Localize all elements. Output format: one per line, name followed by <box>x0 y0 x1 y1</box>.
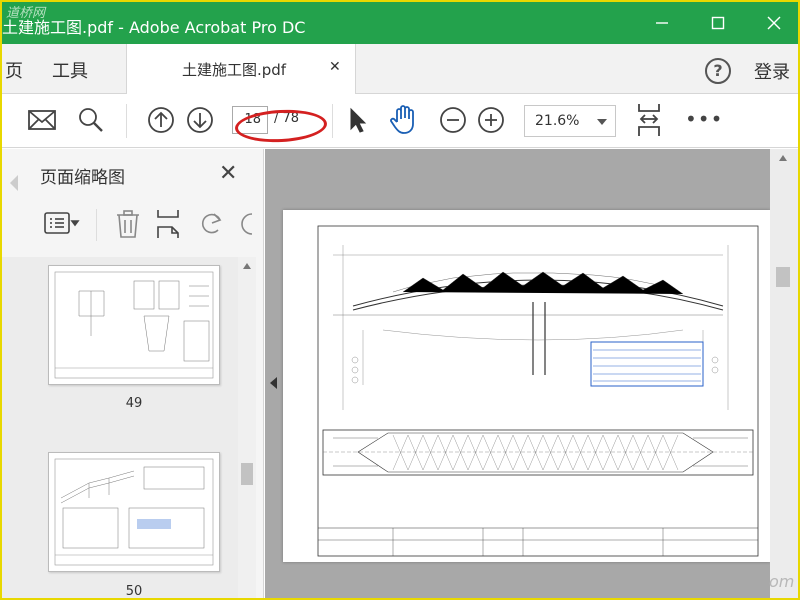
corner-watermark: om <box>769 572 795 591</box>
maximize-icon <box>711 16 725 30</box>
bridge-drawing <box>317 225 759 557</box>
search-icon <box>79 108 103 132</box>
hand-tool-button[interactable] <box>388 105 418 135</box>
toolbar: 18 / 78 21.6% ••• <box>2 94 798 148</box>
rotate-more-button[interactable] <box>240 209 254 239</box>
email-button[interactable] <box>27 105 57 135</box>
thumbnail-page[interactable] <box>48 452 220 572</box>
panel-divider <box>96 209 97 241</box>
document-scrollbar[interactable] <box>770 149 798 598</box>
zoom-in-icon <box>478 107 504 133</box>
page-extract-icon <box>157 210 179 238</box>
fit-width-icon <box>638 104 660 136</box>
hand-icon <box>390 105 414 134</box>
toolbar-divider <box>332 104 333 138</box>
thumbnail-drawing <box>54 271 214 379</box>
previous-page-button[interactable] <box>146 105 176 135</box>
chevron-down-icon <box>597 119 607 125</box>
document-tab-label: 土建施工图.pdf <box>182 61 287 79</box>
title-bar: 道桥网 土建施工图.pdf - Adobe Acrobat Pro DC <box>2 2 798 44</box>
document-tab[interactable]: 土建施工图.pdf ✕ <box>126 44 356 94</box>
delete-page-button[interactable] <box>114 209 142 239</box>
tab-home[interactable]: 页 <box>5 57 23 83</box>
scrollbar-thumb[interactable] <box>776 267 790 287</box>
tab-bar: 页 工具 土建施工图.pdf ✕ ? 登录 <box>2 44 798 94</box>
zoom-value: 21.6% <box>535 113 580 129</box>
zoom-out-button[interactable] <box>438 105 468 135</box>
collapse-panel-icon[interactable] <box>270 377 277 389</box>
maximize-button[interactable] <box>694 2 742 44</box>
close-window-button[interactable] <box>750 2 798 44</box>
arrow-down-circle-icon <box>187 107 213 133</box>
zoom-out-icon <box>440 107 466 133</box>
next-page-button[interactable] <box>185 105 215 135</box>
zoom-select[interactable]: 21.6% <box>524 105 616 137</box>
app-window: 道桥网 土建施工图.pdf - Adobe Acrobat Pro DC 页 工… <box>2 2 798 598</box>
list-options-icon <box>44 212 80 234</box>
close-panel-icon[interactable]: ✕ <box>219 161 237 186</box>
close-icon <box>767 16 781 30</box>
select-tool-button[interactable] <box>342 105 372 135</box>
tab-tools[interactable]: 工具 <box>52 57 88 83</box>
arrow-up-circle-icon <box>148 107 174 133</box>
thumbnail-label: 49 <box>125 396 143 411</box>
close-tab-icon[interactable]: ✕ <box>329 59 341 75</box>
minimize-icon <box>656 22 668 24</box>
minimize-button[interactable] <box>638 2 686 44</box>
thumbnail-list: 49 50 <box>2 257 238 598</box>
document-view[interactable] <box>265 149 798 598</box>
scroll-up-icon[interactable] <box>243 263 251 269</box>
thumbnail-page[interactable] <box>48 265 220 385</box>
login-link[interactable]: 登录 <box>754 58 790 84</box>
fit-page-button[interactable] <box>634 104 664 136</box>
search-button[interactable] <box>76 105 106 135</box>
thumbnail-label: 50 <box>125 584 143 598</box>
zoom-in-button[interactable] <box>476 105 506 135</box>
cursor-arrow-icon <box>350 107 367 133</box>
extract-page-button[interactable] <box>156 209 184 239</box>
scroll-up-icon[interactable] <box>779 155 787 161</box>
thumbnail-options-button[interactable] <box>44 209 80 239</box>
thumbnails-panel: 页面缩略图 ✕ 49 50 <box>2 149 264 598</box>
window-title: 土建施工图.pdf - Adobe Acrobat Pro DC <box>2 18 306 37</box>
rotate-icon <box>201 213 222 234</box>
more-options-icon[interactable]: ••• <box>685 107 723 131</box>
thumbnail-drawing <box>54 458 214 566</box>
panel-pointer <box>10 175 18 191</box>
trash-icon <box>117 210 139 238</box>
help-icon[interactable]: ? <box>705 58 731 84</box>
rotate-icon <box>241 213 253 235</box>
rotate-page-button[interactable] <box>198 209 226 239</box>
mail-icon <box>28 110 56 130</box>
toolbar-divider <box>126 104 127 138</box>
scrollbar-thumb[interactable] <box>241 463 253 485</box>
thumbnail-scrollbar[interactable] <box>238 257 256 598</box>
pdf-page <box>283 210 770 562</box>
panel-title: 页面缩略图 <box>40 168 125 188</box>
